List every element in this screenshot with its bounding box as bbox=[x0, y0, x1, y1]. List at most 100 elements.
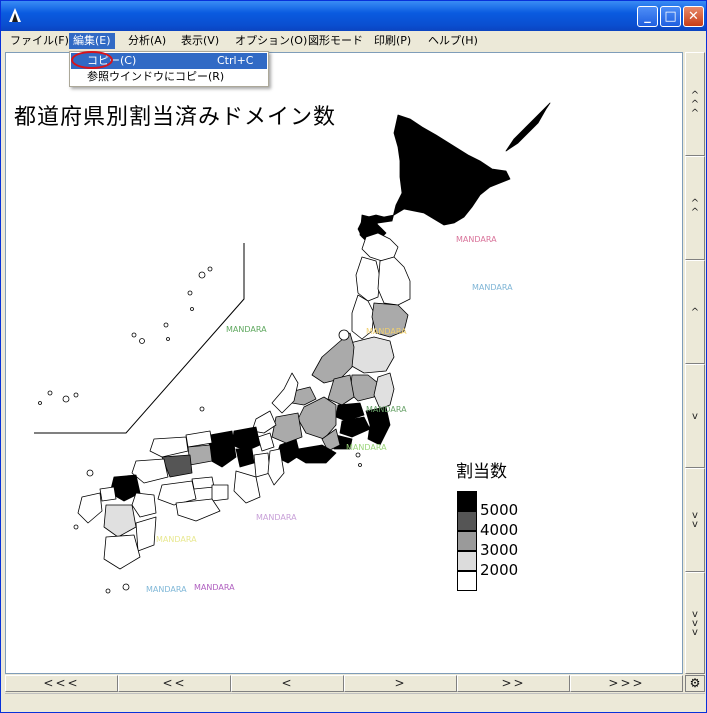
menu-copy-to-ref-label: 参照ウインドウにコピー(R) bbox=[87, 70, 225, 83]
island-okinawa-9 bbox=[187, 290, 193, 296]
legend-swatch-2000 bbox=[457, 551, 477, 571]
island-tsushima bbox=[86, 469, 94, 477]
island-okinawa-11 bbox=[207, 266, 213, 272]
maximize-button[interactable]: □ bbox=[660, 6, 681, 27]
menu-shape-mode[interactable]: 図形モード bbox=[304, 33, 367, 49]
island-okinawa-7 bbox=[163, 322, 169, 328]
prefecture-saga bbox=[99, 486, 117, 502]
prefecture-gifu bbox=[271, 412, 303, 444]
island-okinawa-10 bbox=[198, 271, 206, 279]
menu-print[interactable]: 印刷(P) bbox=[370, 33, 415, 49]
prefecture-okayama bbox=[187, 444, 213, 466]
legend-swatch-4000 bbox=[457, 511, 477, 531]
watermark: MANDARA bbox=[194, 583, 235, 592]
scroll-down-2-button[interactable]: v v bbox=[685, 468, 705, 572]
menu-file[interactable]: ファイル(F) bbox=[6, 33, 73, 49]
prefecture-miyazaki bbox=[135, 516, 157, 552]
app-window: _ □ ✕ ファイル(F) 編集(E) 分析(A) 表示(V) オプション(O)… bbox=[0, 0, 707, 713]
title-bar[interactable]: _ □ ✕ bbox=[1, 1, 706, 31]
prefecture-kagoshima bbox=[103, 534, 141, 570]
kuril-islands bbox=[505, 102, 551, 152]
scroll-left-3-button[interactable]: <<< bbox=[5, 675, 118, 692]
minimize-icon: _ bbox=[644, 9, 651, 24]
prefecture-osaka bbox=[235, 448, 255, 468]
vertical-nav: ^ ^ ^ ^ ^ ^ v v v v v v bbox=[685, 52, 705, 674]
prefecture-akita bbox=[355, 256, 381, 302]
legend-swatch-3000 bbox=[457, 531, 477, 551]
mandara-app-icon[interactable] bbox=[9, 8, 21, 22]
island-okinawa-8 bbox=[166, 337, 170, 341]
watermark: MANDARA bbox=[146, 585, 187, 594]
scroll-up-1-button[interactable]: ^ bbox=[685, 260, 705, 364]
menu-options[interactable]: オプション(O) bbox=[231, 33, 311, 49]
menu-analysis[interactable]: 分析(A) bbox=[124, 33, 170, 49]
prefecture-nara bbox=[253, 452, 271, 478]
scroll-down-1-button[interactable]: v bbox=[685, 364, 705, 468]
island-ogasawara bbox=[199, 406, 205, 412]
prefecture-fukushima bbox=[349, 336, 395, 374]
prefecture-ishikawa bbox=[271, 372, 299, 414]
prefecture-hokkaido bbox=[357, 114, 511, 244]
island-amami bbox=[105, 588, 111, 594]
prefecture-oita bbox=[131, 492, 157, 518]
prefecture-kumamoto bbox=[103, 504, 137, 538]
settings-button[interactable]: ⚙ bbox=[685, 675, 705, 692]
prefecture-nagasaki bbox=[77, 492, 103, 524]
scroll-right-1-button[interactable]: > bbox=[344, 675, 457, 692]
island-okinawa-1 bbox=[47, 390, 53, 396]
menu-view[interactable]: 表示(V) bbox=[177, 33, 223, 49]
watermark: MANDARA bbox=[456, 235, 497, 244]
watermark: MANDARA bbox=[346, 443, 387, 452]
watermark: MANDARA bbox=[472, 283, 513, 292]
map-canvas[interactable]: 都道府県別割当済みドメイン数 MANDARA MANDARA MANDARA M… bbox=[5, 52, 683, 674]
close-button[interactable]: ✕ bbox=[683, 6, 704, 27]
status-bar bbox=[5, 693, 705, 711]
annotation-circle bbox=[71, 51, 113, 69]
scroll-up-2-button[interactable]: ^ ^ bbox=[685, 156, 705, 260]
minimize-button[interactable]: _ bbox=[637, 6, 658, 27]
legend-label-5000: 5000 bbox=[480, 501, 519, 519]
menu-edit[interactable]: 編集(E) bbox=[69, 33, 115, 49]
prefecture-iwate bbox=[377, 256, 411, 306]
island-okinawa-4 bbox=[38, 401, 42, 405]
island-izu-2 bbox=[358, 463, 362, 467]
maximize-icon: □ bbox=[664, 9, 677, 24]
scroll-right-2-button[interactable]: >> bbox=[457, 675, 570, 692]
island-okinawa-5 bbox=[131, 332, 137, 338]
island-okinawa-2 bbox=[62, 395, 70, 403]
scroll-left-2-button[interactable]: << bbox=[118, 675, 231, 692]
close-icon: ✕ bbox=[688, 9, 699, 24]
island-okinawa-12 bbox=[190, 307, 194, 311]
prefecture-yamaguchi bbox=[131, 458, 169, 484]
prefecture-tokushima bbox=[211, 484, 229, 502]
watermark: MANDARA bbox=[366, 405, 407, 414]
prefecture-shimane bbox=[149, 436, 189, 458]
prefecture-tottori bbox=[185, 430, 213, 448]
scroll-up-3-button[interactable]: ^ ^ ^ bbox=[685, 52, 705, 156]
gear-icon: ⚙ bbox=[689, 676, 701, 690]
menu-help[interactable]: ヘルプ(H) bbox=[424, 33, 482, 49]
watermark: MANDARA bbox=[256, 513, 297, 522]
legend-label-3000: 3000 bbox=[480, 541, 519, 559]
prefecture-kyoto bbox=[231, 426, 261, 452]
watermark: MANDARA bbox=[226, 325, 267, 334]
legend-swatch-below-2000 bbox=[457, 571, 477, 591]
horizontal-nav: <<< << < > >> >>> bbox=[5, 675, 683, 692]
legend-label-2000: 2000 bbox=[480, 561, 519, 579]
prefecture-aomori bbox=[361, 232, 399, 262]
japan-map[interactable] bbox=[6, 53, 683, 674]
legend-label-4000: 4000 bbox=[480, 521, 519, 539]
watermark: MANDARA bbox=[366, 327, 407, 336]
okinawa-inset-line bbox=[34, 243, 245, 434]
scroll-down-3-button[interactable]: v v v bbox=[685, 572, 705, 674]
scroll-left-1-button[interactable]: < bbox=[231, 675, 344, 692]
prefecture-kochi bbox=[175, 498, 221, 522]
menu-copy-to-reference-window[interactable]: 参照ウインドウにコピー(R) bbox=[71, 69, 267, 85]
island-okinawa-3 bbox=[73, 392, 79, 398]
scroll-right-3-button[interactable]: >>> bbox=[570, 675, 683, 692]
island-goto bbox=[73, 524, 79, 530]
legend-title: 割当数 bbox=[456, 462, 507, 482]
prefecture-kagawa bbox=[191, 476, 215, 490]
prefecture-hyogo bbox=[207, 430, 237, 468]
menu-copy-shortcut: Ctrl+C bbox=[217, 54, 254, 67]
